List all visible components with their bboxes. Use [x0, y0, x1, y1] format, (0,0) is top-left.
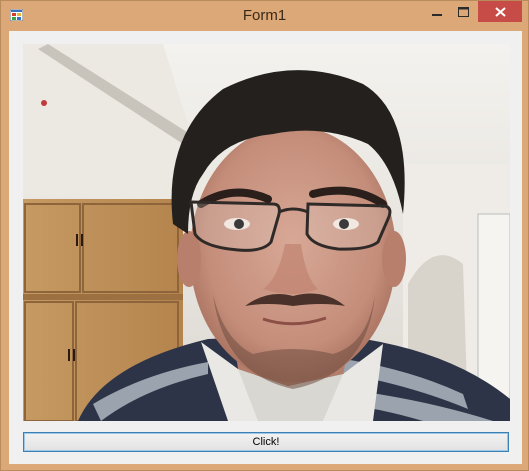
title-bar[interactable]: Form1	[1, 1, 528, 30]
maximize-icon	[458, 6, 469, 17]
close-icon	[494, 6, 506, 17]
form-client-area: Click!	[9, 31, 522, 464]
picture-box	[23, 44, 510, 421]
form-window: Form1 Click!	[0, 0, 529, 471]
minimize-icon	[431, 13, 442, 16]
minimize-button[interactable]	[423, 1, 450, 22]
maximize-button[interactable]	[450, 1, 477, 22]
click-button[interactable]: Click!	[23, 432, 509, 452]
webcam-photo	[23, 44, 510, 421]
close-button[interactable]	[478, 1, 522, 22]
